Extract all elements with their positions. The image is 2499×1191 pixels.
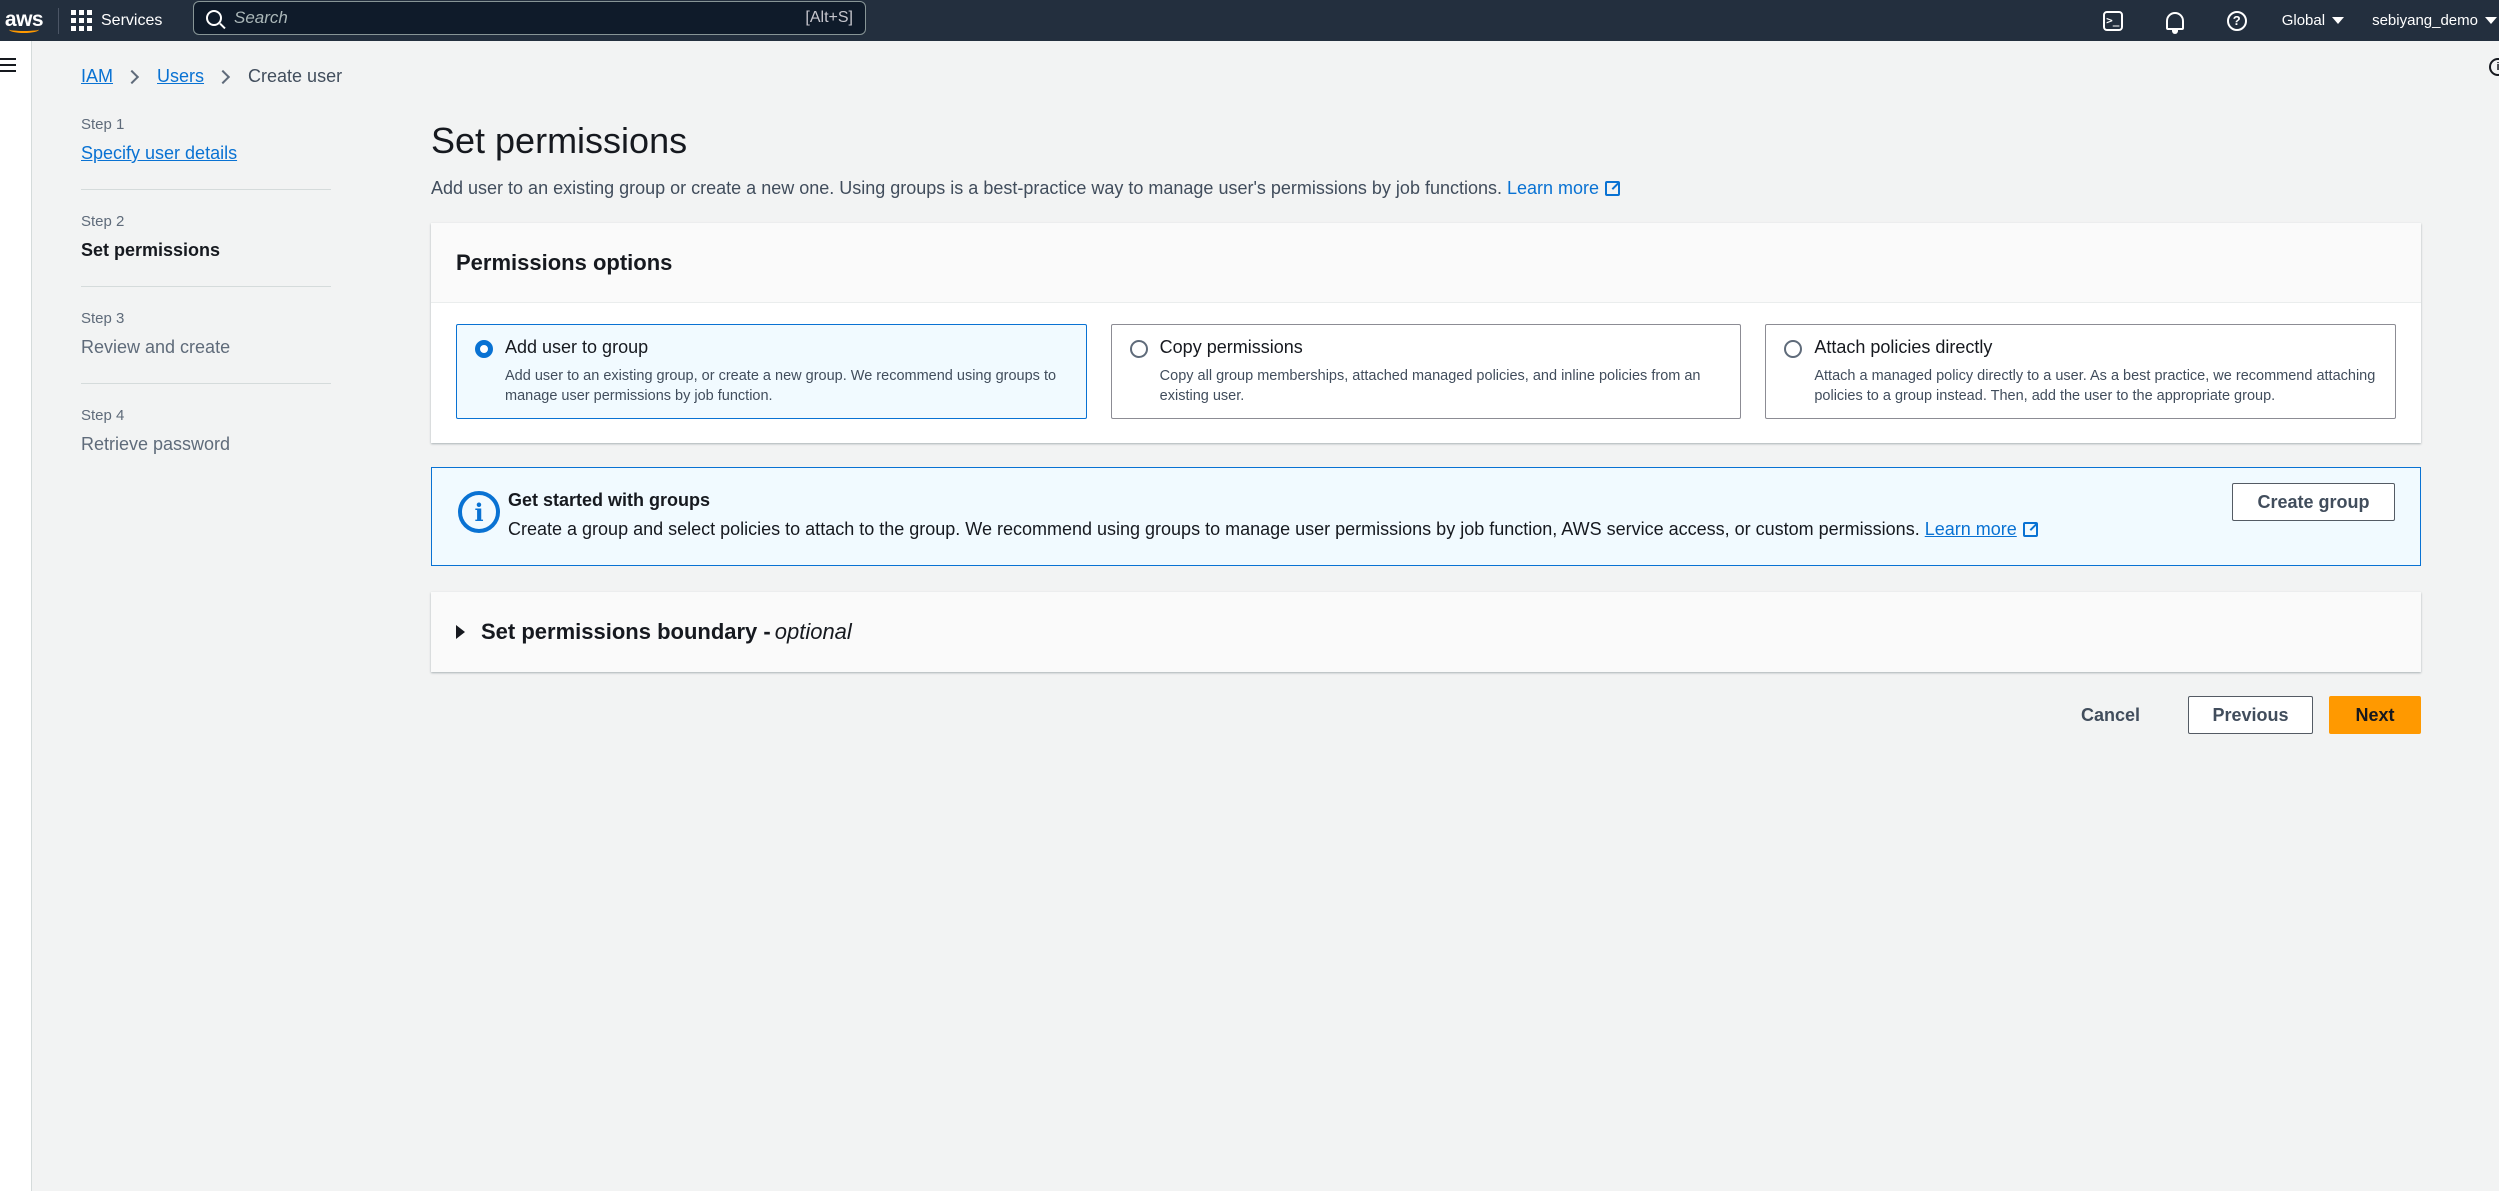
permissions-options-panel: Permissions options Add user to group Ad…	[431, 223, 2421, 443]
side-navigation-strip	[0, 41, 32, 1191]
breadcrumb-current: Create user	[248, 66, 343, 86]
step-label-review-and-create: Review and create	[81, 337, 231, 357]
permissions-boundary-title: Set permissions boundary -	[481, 619, 771, 644]
chevron-right-icon	[124, 69, 140, 84]
services-label: Services	[101, 11, 163, 29]
tile-title: Attach policies directly	[1814, 337, 1993, 357]
step-link-specify-user-details[interactable]: Specify user details	[81, 143, 331, 164]
page-title: Set permissions	[431, 120, 688, 161]
alert-learn-more-label: Learn more	[1924, 519, 2017, 539]
hamburger-menu-icon[interactable]	[0, 58, 16, 76]
wizard-steps: Step 1 Specify user details Step 2 Set p…	[81, 116, 331, 503]
previous-button[interactable]: Previous	[2188, 696, 2313, 734]
step-number: Step 2	[81, 213, 125, 230]
wizard-actions: Cancel Previous Next	[431, 696, 2421, 734]
tile-title: Add user to group	[505, 337, 649, 357]
search-input[interactable]	[234, 8, 806, 28]
services-menu-button[interactable]: Services	[69, 10, 170, 31]
learn-more-link[interactable]: Learn more	[1507, 178, 1621, 198]
breadcrumb-users[interactable]: Users	[157, 66, 204, 87]
radio-unselected-icon[interactable]	[1784, 340, 1803, 358]
top-navigation: aws Services [Alt+S] >_ ? Global sebiyan…	[0, 0, 2499, 41]
search-shortcut: [Alt+S]	[805, 9, 853, 26]
search-bar[interactable]: [Alt+S]	[193, 1, 866, 35]
chevron-right-icon	[215, 69, 231, 84]
tile-title: Copy permissions	[1159, 337, 1303, 357]
region-label: Global	[2281, 12, 2326, 29]
cancel-button[interactable]: Cancel	[2059, 696, 2162, 734]
caret-down-icon	[2485, 17, 2497, 24]
info-panel-icon[interactable]: i	[2489, 58, 2499, 76]
step-number: Step 1	[81, 116, 125, 133]
alert-title: Get started with groups	[508, 490, 711, 510]
permissions-tiles: Add user to group Add user to an existin…	[431, 303, 2421, 443]
help-icon: ?	[2226, 10, 2247, 31]
tile-add-user-to-group[interactable]: Add user to group Add user to an existin…	[456, 324, 1087, 419]
help-button[interactable]: ?	[2206, 0, 2268, 41]
breadcrumb-iam[interactable]: IAM	[81, 66, 113, 87]
cloudshell-icon: >_	[2102, 10, 2123, 31]
alert-learn-more-link[interactable]: Learn more	[1925, 519, 2038, 539]
main-content: Set permissions Add user to an existing …	[431, 120, 2421, 734]
tile-copy-permissions[interactable]: Copy permissions Copy all group membersh…	[1110, 324, 1742, 419]
search-icon	[206, 10, 222, 26]
external-link-icon	[1605, 181, 1621, 196]
next-button[interactable]: Next	[2329, 696, 2421, 734]
nav-right-group: >_ ? Global sebiyang_demo	[2082, 0, 2499, 41]
wizard-step-4: Step 4 Retrieve password	[81, 407, 331, 480]
external-link-icon	[2022, 522, 2038, 537]
breadcrumb: IAM Users Create user	[81, 66, 342, 87]
step-number: Step 3	[81, 310, 125, 327]
grid-icon	[71, 10, 92, 31]
create-group-button[interactable]: Create group	[2232, 483, 2395, 521]
region-selector[interactable]: Global	[2268, 12, 2358, 29]
aws-logo-smile	[9, 26, 39, 33]
permissions-options-header: Permissions options	[431, 223, 2421, 303]
wizard-step-1: Step 1 Specify user details	[81, 116, 331, 190]
permissions-boundary-expander[interactable]: Set permissions boundary - optional	[431, 592, 2421, 672]
page-description-text: Add user to an existing group or create …	[431, 178, 1502, 198]
nav-divider	[58, 7, 59, 34]
tile-description: Add user to an existing group, or create…	[505, 368, 1057, 404]
caret-right-icon	[456, 625, 465, 639]
tile-attach-policies-directly[interactable]: Attach policies directly Attach a manage…	[1765, 324, 2397, 419]
wizard-step-3: Step 3 Review and create	[81, 310, 331, 384]
notifications-button[interactable]	[2144, 0, 2206, 41]
caret-down-icon	[2332, 17, 2345, 24]
alert-body: Create a group and select policies to at…	[508, 519, 2395, 540]
optional-label: optional	[774, 619, 852, 644]
step-label-set-permissions: Set permissions	[81, 240, 221, 260]
alert-body-text: Create a group and select policies to at…	[508, 519, 1920, 539]
account-name: sebiyang_demo	[2372, 12, 2478, 29]
notifications-icon	[2165, 11, 2184, 34]
radio-selected-icon[interactable]	[475, 340, 493, 358]
get-started-groups-alert: i Get started with groups Create a group…	[431, 467, 2421, 566]
cloudshell-button[interactable]: >_	[2082, 0, 2144, 41]
step-number: Step 4	[81, 407, 125, 424]
learn-more-label: Learn more	[1507, 178, 1600, 198]
step-label-retrieve-password: Retrieve password	[81, 434, 231, 454]
tile-description: Attach a managed policy directly to a us…	[1814, 368, 2376, 404]
account-menu[interactable]: sebiyang_demo	[2358, 12, 2499, 29]
info-icon: i	[458, 491, 500, 533]
radio-unselected-icon[interactable]	[1129, 340, 1148, 358]
tile-description: Copy all group memberships, attached man…	[1159, 368, 1701, 404]
wizard-step-2: Step 2 Set permissions	[81, 213, 331, 287]
aws-logo[interactable]: aws	[0, 0, 48, 41]
page-description: Add user to an existing group or create …	[431, 178, 2421, 199]
